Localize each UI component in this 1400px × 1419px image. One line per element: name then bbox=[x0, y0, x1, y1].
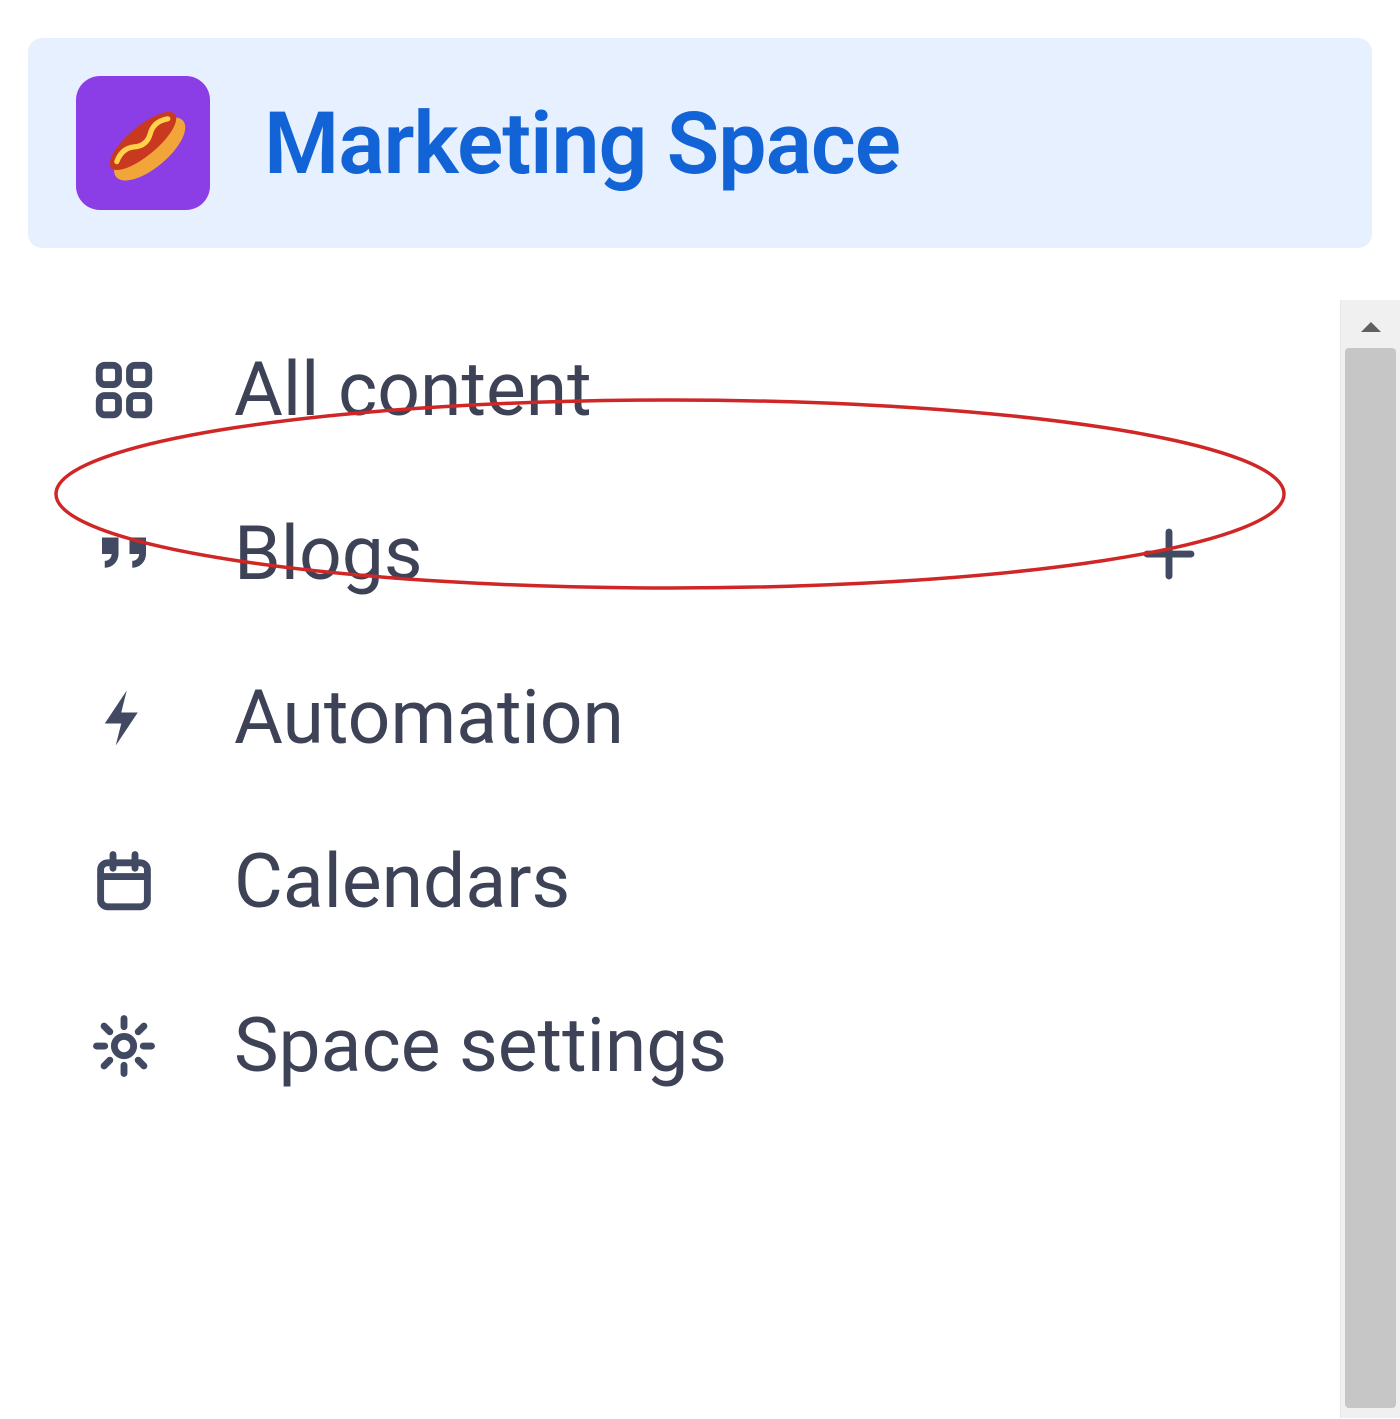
bolt-icon bbox=[84, 685, 164, 751]
scroll-up-icon[interactable] bbox=[1357, 318, 1385, 340]
space-header[interactable]: Marketing Space bbox=[28, 38, 1372, 248]
quote-icon bbox=[84, 521, 164, 587]
sidebar-item-label: Blogs bbox=[234, 510, 423, 598]
sidebar-container: Marketing Space All content bbox=[0, 0, 1400, 1419]
nav-list: All content Blogs bbox=[28, 308, 1372, 1128]
sidebar-item-label: Calendars bbox=[234, 838, 570, 926]
sidebar-item-blogs[interactable]: Blogs bbox=[84, 472, 1372, 636]
sidebar-item-label: Automation bbox=[234, 674, 624, 762]
sidebar-item-label: Space settings bbox=[234, 1002, 727, 1090]
scrollbar[interactable] bbox=[1340, 300, 1400, 1418]
add-blog-button[interactable] bbox=[1136, 521, 1202, 587]
grid-icon bbox=[84, 357, 164, 423]
calendar-icon bbox=[84, 849, 164, 915]
sidebar-item-calendars[interactable]: Calendars bbox=[84, 800, 1372, 964]
gear-icon bbox=[84, 1013, 164, 1079]
scrollbar-thumb[interactable] bbox=[1345, 348, 1396, 1408]
sidebar-item-space-settings[interactable]: Space settings bbox=[84, 964, 1372, 1128]
space-icon bbox=[76, 76, 210, 210]
sidebar-item-all-content[interactable]: All content bbox=[84, 308, 1372, 472]
sidebar-item-label: All content bbox=[234, 346, 592, 434]
space-title: Marketing Space bbox=[264, 93, 900, 194]
hotdog-icon bbox=[91, 89, 195, 197]
sidebar-item-automation[interactable]: Automation bbox=[84, 636, 1372, 800]
